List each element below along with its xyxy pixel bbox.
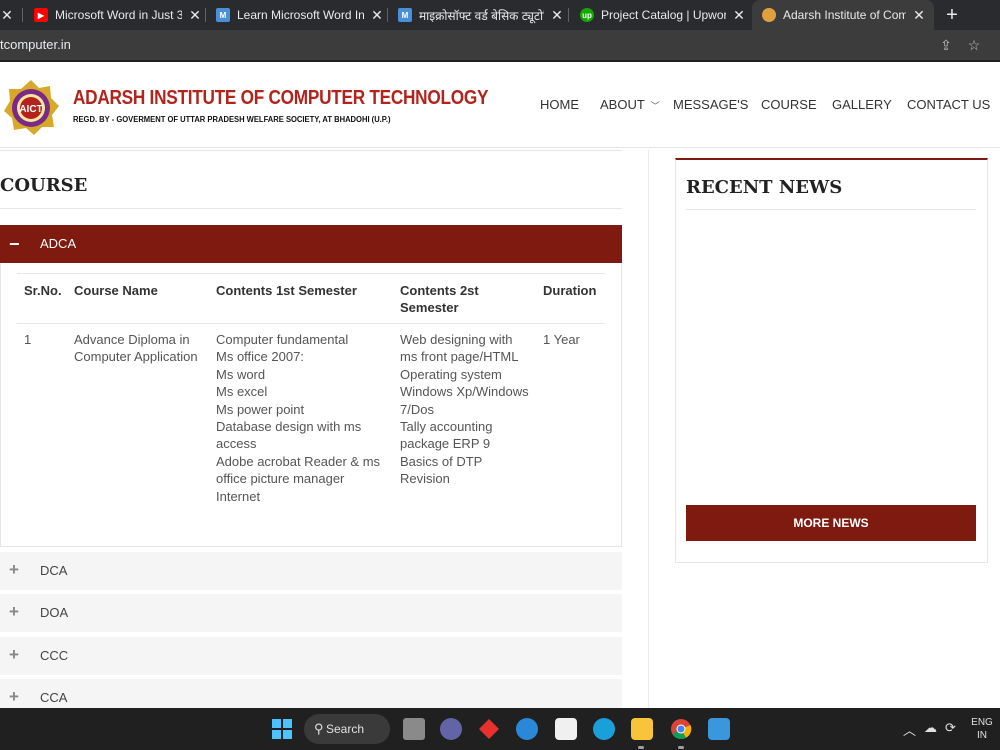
page-title: COURSE bbox=[0, 175, 88, 196]
more-news-button[interactable]: MORE NEWS bbox=[686, 505, 976, 541]
browser-tab[interactable]: M माइक्रोसॉफ्ट वर्ड बेसिक ट्यूटोरि ✕ bbox=[398, 0, 564, 30]
close-icon[interactable]: ✕ bbox=[732, 7, 746, 24]
chevron-down-icon: ﹀ bbox=[650, 101, 660, 111]
nav-contact[interactable]: CONTACT US bbox=[907, 97, 990, 112]
close-icon[interactable]: ✕ bbox=[188, 7, 202, 24]
close-icon[interactable]: ✕ bbox=[550, 7, 564, 24]
taskbar-search[interactable]: ⚲ Search bbox=[304, 714, 390, 744]
plus-icon: + bbox=[9, 687, 19, 706]
edge-icon[interactable] bbox=[593, 718, 615, 740]
browser-tab-strip: ✕ ▶ Microsoft Word in Just 30 m ✕ M Lear… bbox=[0, 0, 1000, 30]
cell-srno: 1 bbox=[24, 332, 32, 347]
site-name[interactable]: ADARSH INSTITUTE OF COMPUTER TECHNOLOGY bbox=[73, 87, 488, 110]
nav-home[interactable]: HOME bbox=[540, 97, 579, 112]
app-icon[interactable] bbox=[478, 718, 500, 740]
accordion-header-adca[interactable]: − ADCA bbox=[0, 225, 622, 263]
col-header-sem2: Contents 2st Semester bbox=[400, 283, 479, 315]
windows-taskbar: ⚲ Search ︿ ☁ ⟳ ENG IN bbox=[0, 708, 1000, 750]
plus-icon: + bbox=[9, 560, 19, 579]
site-favicon-icon: M bbox=[398, 8, 412, 22]
minus-icon: − bbox=[9, 234, 20, 254]
site-subtitle: REGD. BY - GOVERMENT OF UTTAR PRADESH WE… bbox=[73, 115, 391, 124]
plus-icon: + bbox=[9, 645, 19, 664]
new-tab-button[interactable]: + bbox=[940, 3, 964, 27]
address-bar: tcomputer.in ⇪ ☆ bbox=[0, 30, 1000, 60]
chrome-icon[interactable] bbox=[670, 718, 692, 740]
tab-close-partial[interactable]: ✕ bbox=[0, 0, 20, 30]
accordion-body-adca: Sr.No. Course Name Contents 1st Semester… bbox=[0, 263, 622, 547]
nav-gallery[interactable]: GALLERY bbox=[832, 97, 892, 112]
close-icon[interactable]: ✕ bbox=[0, 7, 14, 24]
browser-tab[interactable]: up Project Catalog | Upwork ✕ bbox=[580, 0, 746, 30]
close-icon[interactable]: ✕ bbox=[370, 7, 384, 24]
url-field[interactable]: tcomputer.in bbox=[0, 30, 71, 60]
chevron-up-icon[interactable]: ︿ bbox=[903, 720, 916, 739]
help-icon[interactable] bbox=[516, 718, 538, 740]
search-icon: ⚲ bbox=[314, 721, 324, 736]
cell-sem2-contents: Web designing with ms front page/HTML Op… bbox=[400, 332, 529, 487]
nav-course[interactable]: COURSE bbox=[761, 97, 817, 112]
col-header-srno: Sr.No. bbox=[24, 283, 62, 298]
cell-duration: 1 Year bbox=[543, 332, 580, 347]
photos-icon[interactable] bbox=[708, 718, 730, 740]
nav-about[interactable]: ABOUT ﹀ bbox=[600, 97, 660, 112]
refresh-icon[interactable]: ⟳ bbox=[945, 720, 956, 736]
accordion-header-ccc[interactable]: + CCC bbox=[0, 637, 622, 675]
browser-tab[interactable]: ▶ Microsoft Word in Just 30 m ✕ bbox=[34, 0, 202, 30]
accordion-header-cca[interactable]: + CCA bbox=[0, 679, 622, 708]
plus-icon: + bbox=[9, 602, 19, 621]
cell-sem1-contents: Computer fundamental Ms office 2007: Ms … bbox=[216, 332, 381, 504]
youtube-icon: ▶ bbox=[34, 8, 48, 22]
language-indicator[interactable]: ENG IN bbox=[968, 716, 996, 742]
cell-course-name: Advance Diploma in Computer Application bbox=[74, 332, 198, 365]
col-header-course-name: Course Name bbox=[74, 283, 158, 298]
cloud-icon[interactable]: ☁ bbox=[924, 720, 937, 736]
col-header-duration: Duration bbox=[543, 283, 597, 298]
site-favicon-icon: M bbox=[216, 8, 230, 22]
browser-tab-active[interactable]: Adarsh Institute of Comput ✕ bbox=[752, 0, 934, 30]
file-explorer-icon[interactable] bbox=[631, 718, 653, 740]
col-header-sem1: Contents 1st Semester bbox=[216, 283, 357, 298]
svg-text:AICT: AICT bbox=[19, 104, 42, 115]
nav-messages[interactable]: MESSAGE'S bbox=[673, 97, 748, 112]
close-icon[interactable]: ✕ bbox=[912, 7, 926, 24]
upwork-icon: up bbox=[580, 8, 594, 22]
site-header: AICT ADARSH INSTITUTE OF COMPUTER TECHNO… bbox=[0, 62, 1000, 148]
site-favicon-icon bbox=[762, 8, 776, 22]
accordion-header-dca[interactable]: + DCA bbox=[0, 552, 622, 590]
store-icon[interactable] bbox=[555, 718, 577, 740]
institute-logo[interactable]: AICT bbox=[2, 79, 60, 137]
chat-icon[interactable] bbox=[440, 718, 462, 740]
browser-tab[interactable]: M Learn Microsoft Word In Hi ✕ bbox=[216, 0, 384, 30]
task-view-icon[interactable] bbox=[403, 718, 425, 740]
bookmark-star-icon[interactable]: ☆ bbox=[965, 36, 983, 54]
accordion-header-doa[interactable]: + DOA bbox=[0, 594, 622, 632]
recent-news-widget: RECENT NEWS MORE NEWS bbox=[675, 158, 988, 563]
share-icon[interactable]: ⇪ bbox=[937, 36, 955, 54]
windows-start-icon[interactable] bbox=[271, 718, 293, 740]
recent-news-title: RECENT NEWS bbox=[686, 177, 843, 198]
